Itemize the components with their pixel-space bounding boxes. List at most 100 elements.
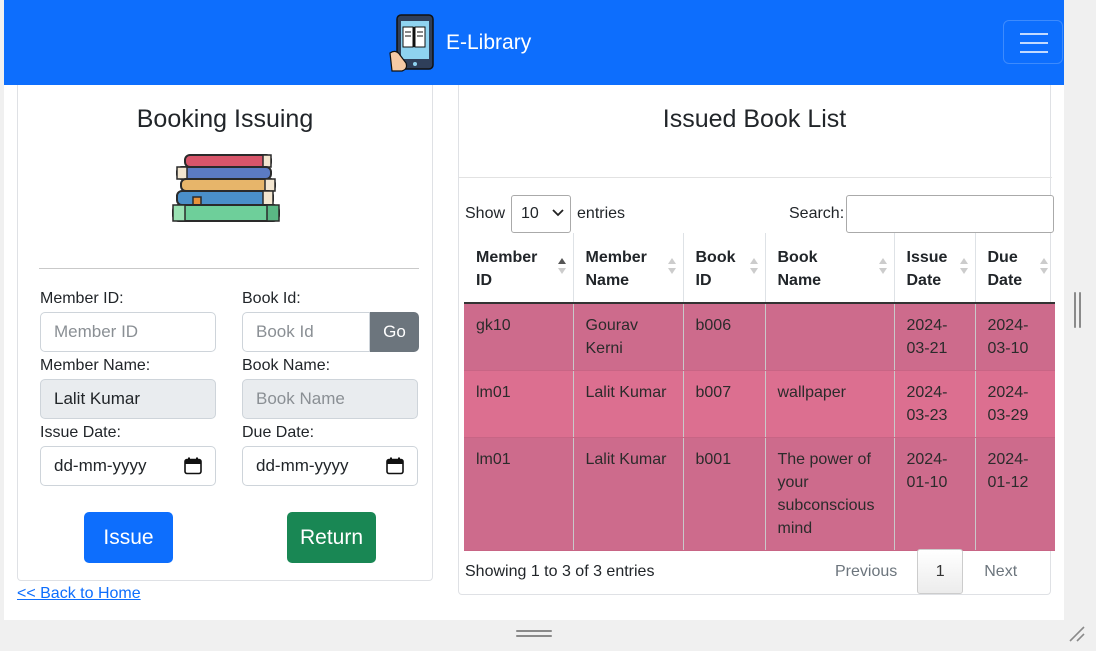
issue-date-label: Issue Date: [40,424,121,441]
pagination: Previous 1 Next [835,549,1017,594]
sort-icon [1040,258,1048,274]
page-length-select[interactable]: 10 [511,195,572,233]
brand-title: E-Library [446,31,532,54]
vertical-resize-grip-icon[interactable] [1074,292,1082,328]
cell-book-name [765,303,895,371]
chevron-down-icon [552,209,564,217]
book-id-label: Book Id: [242,290,301,307]
entries-label: entries [577,205,626,222]
column-header-member-id[interactable]: Member ID [464,233,574,304]
grip-line [1074,292,1076,328]
grip-line [1079,292,1081,328]
header-text: Book [695,249,736,266]
sort-icon [749,258,758,274]
issue-date-value: dd-mm-yyyy [54,456,147,475]
divider [459,177,1052,178]
cell-member-id: lm01 [464,437,574,551]
cell-member-name: Lalit Kumar [573,437,684,551]
header-text: Due [987,249,1018,266]
table-row[interactable]: lm01 Lalit Kumar b001 The power of your … [464,437,1055,551]
previous-page-button[interactable]: Previous [835,563,917,581]
tablet-book-logo-icon [389,14,434,72]
search-label: Search: [789,205,845,222]
due-date-label: Due Date: [242,424,315,441]
header-text: Member [585,249,647,266]
header-text: Name [777,272,822,289]
issue-button[interactable]: Issue [84,512,173,563]
cell-book-id: b001 [683,437,766,551]
member-id-label: Member ID: [40,290,124,307]
cell-book-id: b006 [683,303,766,371]
cell-member-id: lm01 [464,370,574,438]
page-length-value: 10 [521,205,539,222]
sort-ascending-icon [557,258,566,274]
book-id-input[interactable] [242,312,370,352]
cell-book-name: The power of your subconscious mind [765,437,895,551]
back-to-home-link[interactable]: << Back to Home [17,585,141,603]
column-header-book-id[interactable]: Book ID [683,233,766,304]
search-input[interactable] [846,195,1055,233]
window-resize-corner-icon[interactable] [1066,624,1088,644]
member-name-value: Lalit Kumar [54,389,140,408]
member-name-field: Lalit Kumar [40,379,216,419]
header-text: Date [906,272,942,289]
column-header-member-name[interactable]: Member Name [573,233,684,304]
cell-issue-date: 2024-01-10 [894,437,976,551]
sort-icon [878,258,887,274]
member-id-input[interactable] [40,312,216,352]
book-name-label: Book Name: [242,357,331,374]
cell-member-name: Gourav Kerni [573,303,684,371]
cell-issue-date: 2024-03-21 [894,303,976,371]
issue-date-input[interactable]: dd-mm-yyyy [40,446,216,486]
hamburger-line [1020,51,1048,53]
due-date-input[interactable]: dd-mm-yyyy [242,446,418,486]
sort-icon [959,258,968,274]
column-header-book-name[interactable]: Book Name [765,233,895,304]
issuing-title: Booking Issuing [136,105,314,133]
horizontal-resize-grip-icon[interactable] [516,630,552,638]
hamburger-menu-icon [1020,33,1048,35]
navbar-toggler-button[interactable] [1003,20,1063,64]
cell-member-name: Lalit Kumar [573,370,684,438]
cell-due-date: 2024-03-10 [975,303,1055,371]
sort-icon [667,258,676,274]
issued-list-card: Issued Book List Show 10 entries Search:… [458,85,1055,595]
member-name-label: Member Name: [40,357,151,374]
calendar-icon[interactable] [184,457,202,475]
issued-list-title: Issued Book List [662,105,847,133]
cell-member-id: gk10 [464,303,574,371]
table-header-row: Member ID Member Name Book ID Book Name … [464,233,1055,304]
table-search: Search: [789,195,1055,233]
issuing-card: Booking Issuing Member ID: Book Id: Go M… [17,85,433,581]
header-text: Member [476,249,538,266]
cell-due-date: 2024-03-29 [975,370,1055,438]
table-info: Showing 1 to 3 of 3 entries [465,563,655,580]
divider [39,268,419,269]
page-length-control: Show 10 entries [465,195,625,233]
browser-viewport: E-Library Booking Issuing Member ID: Mem… [4,0,1064,620]
header-text: ID [476,272,492,289]
cell-issue-date: 2024-03-23 [894,370,976,438]
column-header-issue-date[interactable]: Issue Date [894,233,976,304]
cell-book-name: wallpaper [765,370,895,438]
next-page-button[interactable]: Next [963,563,1017,581]
table-row[interactable]: lm01 Lalit Kumar b007 wallpaper 2024-03-… [464,370,1055,438]
column-header-due-date[interactable]: Due Date [975,233,1055,304]
page-1-button[interactable]: 1 [917,549,964,594]
grip-line [516,635,552,637]
book-name-field [242,379,418,419]
return-button[interactable]: Return [287,512,376,563]
navbar-brand[interactable]: E-Library [388,12,531,74]
go-button[interactable]: Go [370,312,419,352]
cell-book-id: b007 [683,370,766,438]
table-row[interactable]: gk10 Gourav Kerni b006 2024-03-21 2024-0… [464,303,1055,371]
header-text: ID [695,272,712,289]
hamburger-line [1020,42,1048,44]
due-date-value: dd-mm-yyyy [256,456,349,475]
grip-line [516,630,552,632]
header-text: Book [777,249,818,266]
navbar: E-Library [4,0,1064,85]
calendar-icon[interactable] [386,457,404,475]
book-stack-icon [172,154,280,222]
header-text: Date [987,272,1023,289]
